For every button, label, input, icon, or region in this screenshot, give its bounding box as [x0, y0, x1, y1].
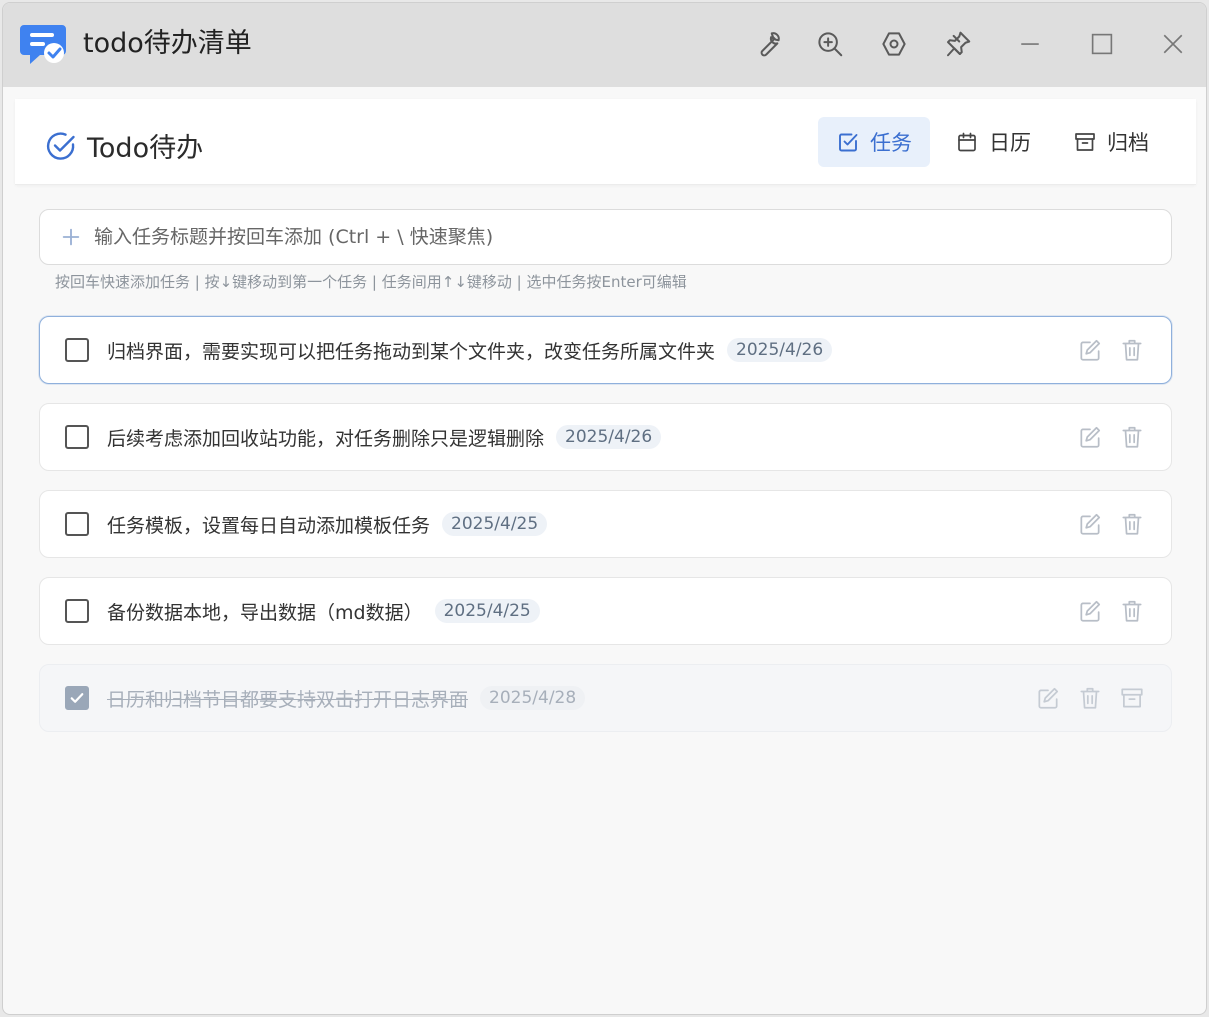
tab-calendar[interactable]: 日历 — [937, 117, 1049, 167]
window-title: todo待办清单 — [83, 28, 252, 59]
brand: Todo待办 — [45, 126, 203, 165]
task-checkbox[interactable] — [65, 425, 89, 449]
title-bar[interactable]: todo待办清单 — [3, 3, 1206, 87]
task-row[interactable]: 备份数据本地，导出数据（md数据） 2025/4/25 — [39, 577, 1172, 645]
task-title: 备份数据本地，导出数据（md数据） — [107, 601, 423, 624]
trash-icon[interactable] — [1119, 424, 1147, 452]
task-date-badge: 2025/4/25 — [442, 512, 548, 536]
edit-icon[interactable] — [1077, 598, 1105, 626]
tab-label: 归档 — [1107, 131, 1149, 155]
task-date-badge: 2025/4/26 — [727, 338, 833, 362]
edit-icon[interactable] — [1077, 511, 1105, 539]
archive-icon — [1075, 133, 1095, 151]
pin-icon[interactable] — [941, 27, 975, 61]
edit-icon[interactable] — [1077, 337, 1105, 365]
task-title: 归档界面，需要实现可以把任务拖动到某个文件夹，改变任务所属文件夹 — [107, 340, 716, 363]
trash-icon[interactable] — [1119, 598, 1147, 626]
checkmark-icon — [70, 693, 84, 703]
task-actions — [1021, 685, 1147, 713]
task-checkbox[interactable] — [65, 686, 89, 710]
check-circle-icon — [46, 131, 75, 160]
tab-tasks[interactable]: 任务 — [818, 117, 930, 167]
task-date-badge: 2025/4/25 — [434, 599, 540, 623]
task-row[interactable]: 任务模板，设置每日自动添加模板任务 2025/4/25 — [39, 490, 1172, 558]
task-checkbox[interactable] — [65, 599, 89, 623]
settings-hex-icon[interactable] — [877, 27, 911, 61]
task-title: 后续考虑添加回收站功能，对任务删除只是逻辑删除 — [107, 427, 545, 450]
calendar-icon — [958, 132, 976, 152]
task-actions — [1063, 598, 1147, 626]
task-row[interactable]: 日历和归档节目都要支持双击打开日志界面 2025/4/28 — [39, 664, 1172, 732]
wrench-icon[interactable] — [751, 27, 785, 61]
task-actions — [1063, 511, 1147, 539]
tab-label: 任务 — [870, 131, 912, 155]
add-task-input[interactable] — [94, 210, 1171, 264]
task-checkbox[interactable] — [65, 512, 89, 536]
edit-icon[interactable] — [1035, 685, 1063, 713]
keyboard-hint: 按回车快速添加任务 | 按↓键移动到第一个任务 | 任务间用↑↓键移动 | 选中… — [55, 273, 687, 291]
task-title: 任务模板，设置每日自动添加模板任务 — [107, 514, 431, 537]
brand-title: Todo待办 — [87, 133, 204, 164]
edit-icon[interactable] — [1077, 424, 1105, 452]
close-icon[interactable] — [1156, 27, 1190, 61]
task-date-badge: 2025/4/28 — [480, 686, 586, 710]
tab-label: 日历 — [989, 131, 1031, 155]
task-row[interactable]: 归档界面，需要实现可以把任务拖动到某个文件夹，改变任务所属文件夹 2025/4/… — [39, 316, 1172, 384]
task-actions — [1063, 424, 1147, 452]
app-window: todo待办清单 Todo待办 任务 日历 归档 输入任务标题并按回车添加 (C… — [2, 2, 1207, 1015]
app-header: Todo待办 任务 日历 归档 — [15, 99, 1196, 185]
task-actions — [1063, 337, 1147, 365]
minimize-icon[interactable] — [1013, 27, 1047, 61]
maximize-icon[interactable] — [1085, 27, 1119, 61]
add-task-field[interactable] — [39, 209, 1172, 265]
trash-icon[interactable] — [1119, 337, 1147, 365]
plus-icon — [62, 228, 80, 246]
archive-icon[interactable] — [1119, 685, 1147, 713]
zoom-in-icon[interactable] — [813, 27, 847, 61]
task-row[interactable]: 后续考虑添加回收站功能，对任务删除只是逻辑删除 2025/4/26 — [39, 403, 1172, 471]
app-logo-icon — [20, 22, 66, 66]
tab-archive[interactable]: 归档 — [1055, 117, 1167, 167]
trash-icon[interactable] — [1119, 511, 1147, 539]
task-checkbox[interactable] — [65, 338, 89, 362]
task-date-badge: 2025/4/26 — [556, 425, 662, 449]
checkbox-icon — [839, 133, 858, 152]
task-title: 日历和归档节目都要支持双击打开日志界面 — [107, 688, 469, 711]
trash-icon[interactable] — [1077, 685, 1105, 713]
